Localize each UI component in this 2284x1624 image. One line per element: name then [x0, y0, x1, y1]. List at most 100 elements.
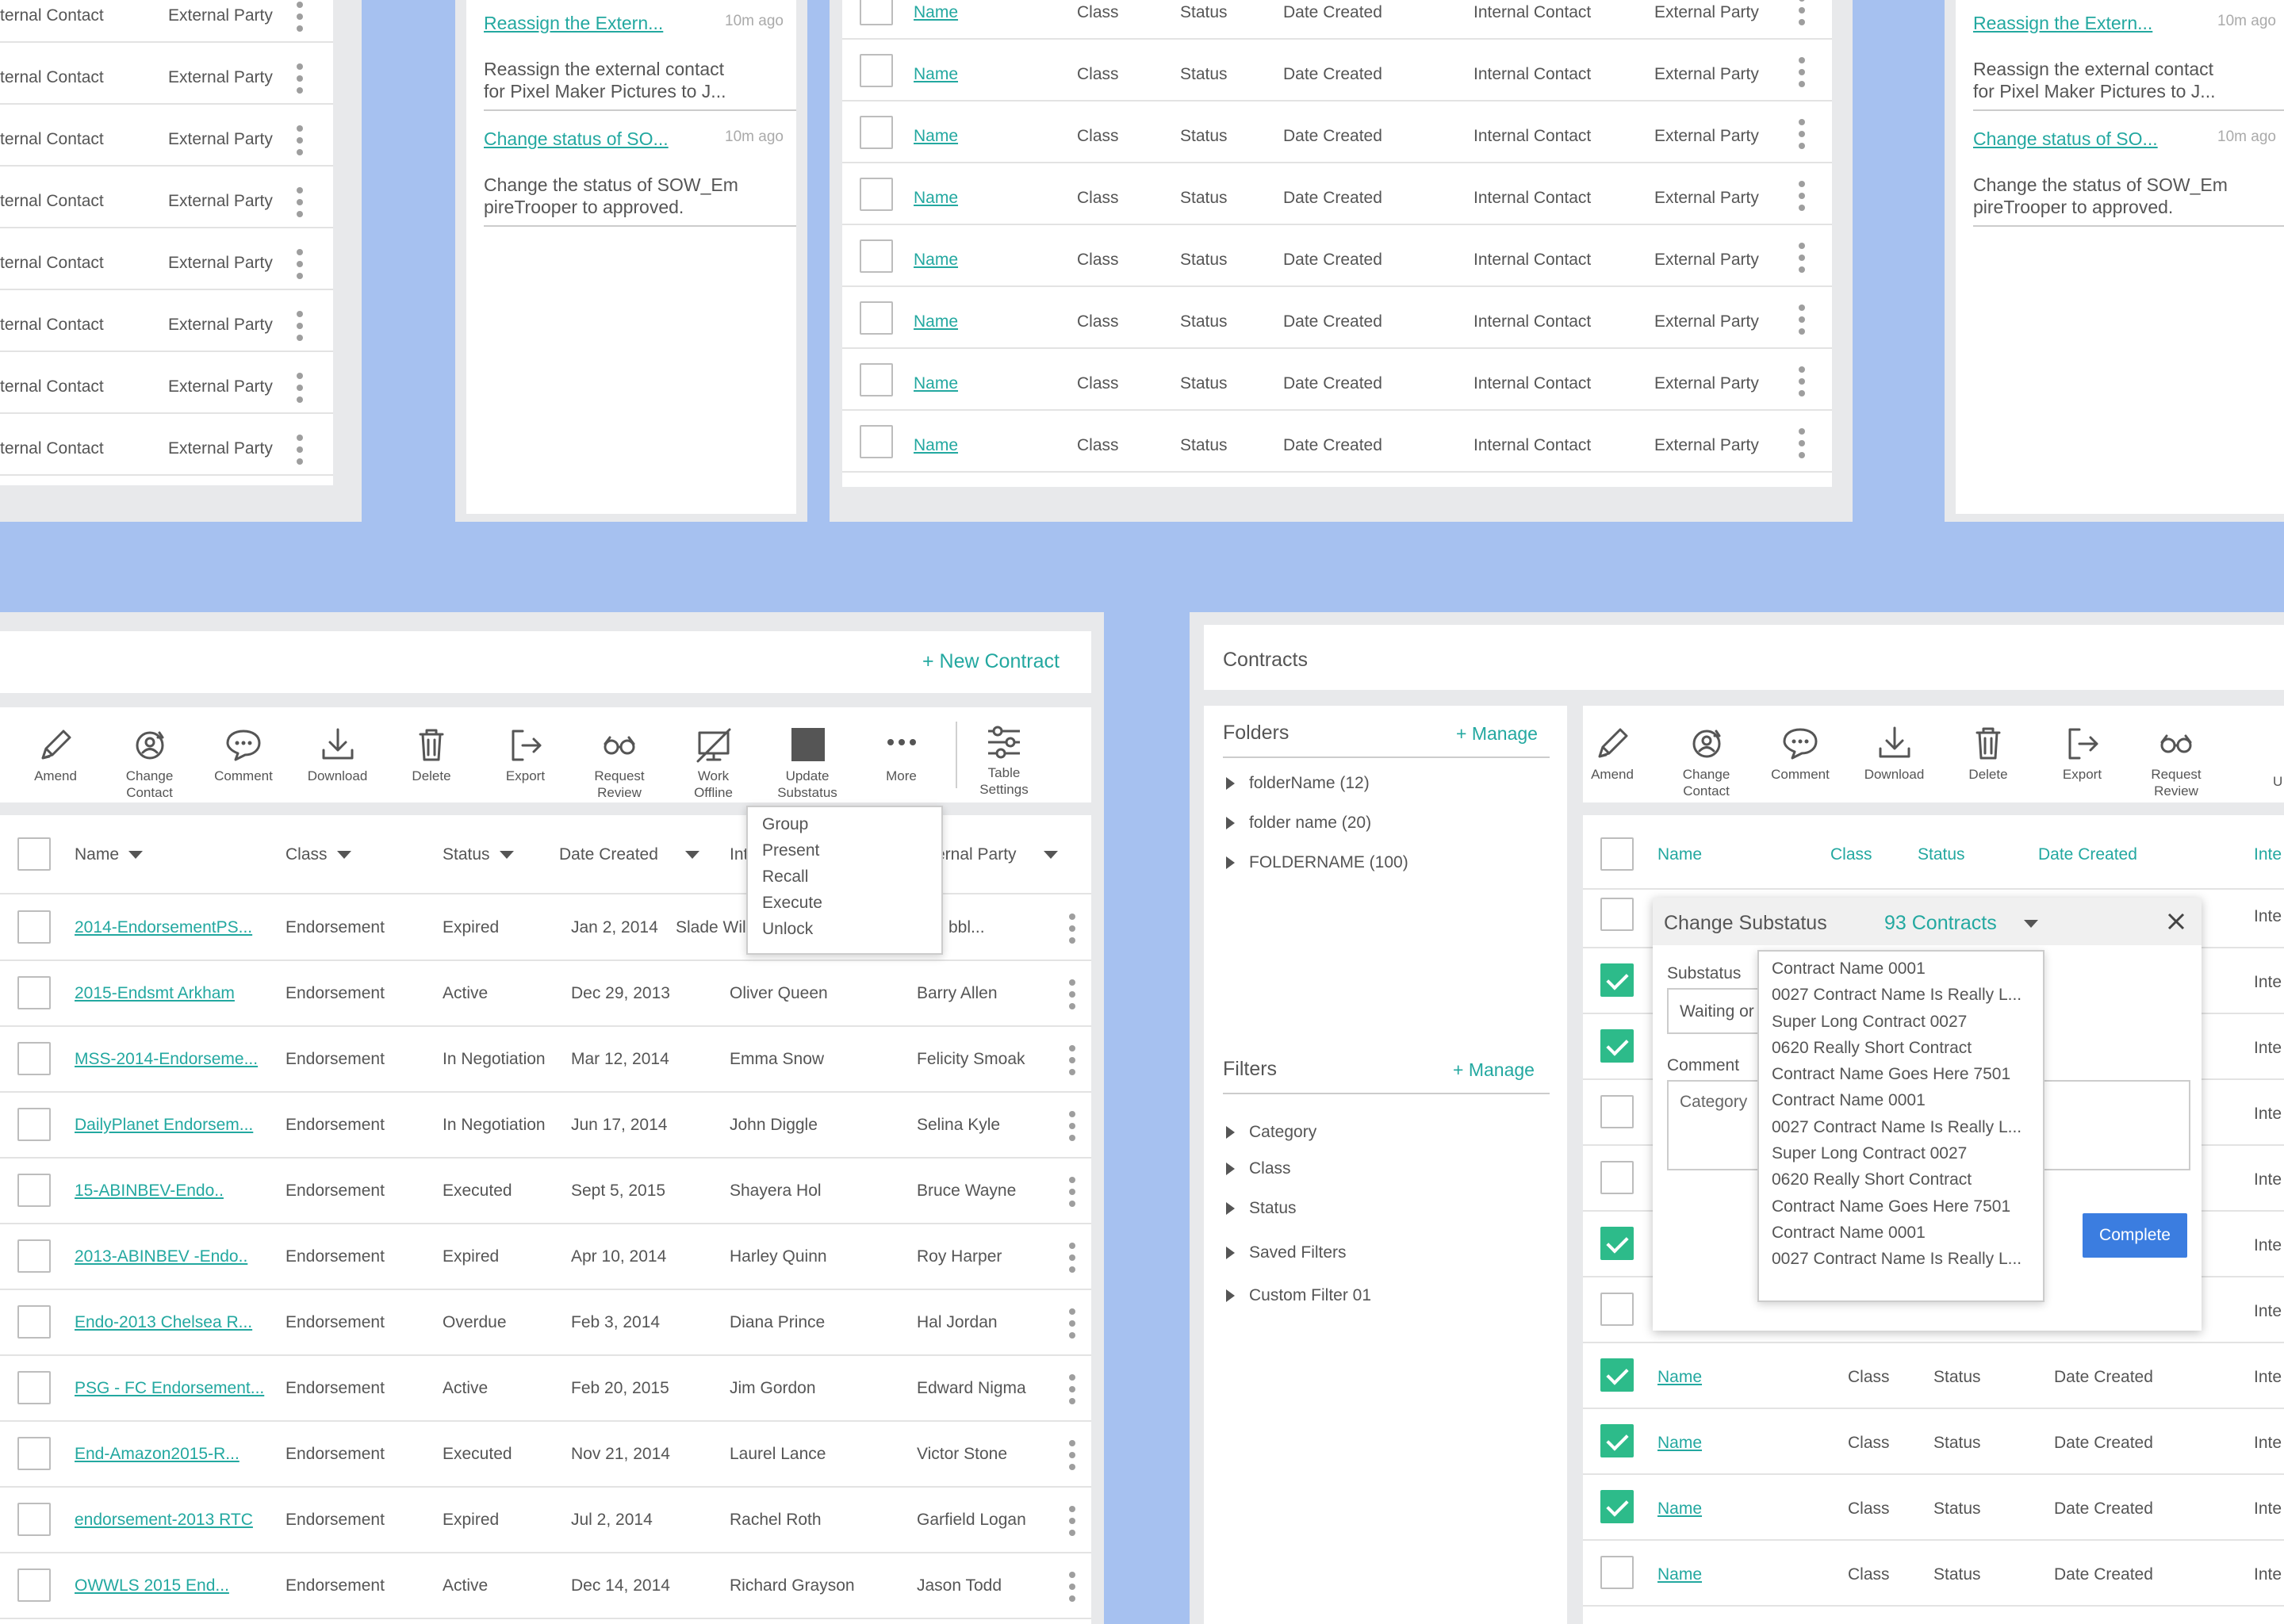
row-checkbox[interactable]: [17, 910, 51, 944]
row-checkbox[interactable]: [17, 1042, 51, 1075]
activity-title-link[interactable]: Reassign the Extern...: [484, 13, 663, 34]
contract-name-link[interactable]: Name: [914, 374, 958, 393]
row-menu-icon[interactable]: [1799, 366, 1805, 396]
row-checkbox[interactable]: [17, 1108, 51, 1141]
close-icon[interactable]: [2167, 912, 2186, 931]
row-menu-icon[interactable]: [297, 435, 303, 465]
row-menu-icon[interactable]: [1799, 0, 1805, 25]
row-menu-icon[interactable]: [1799, 428, 1805, 458]
row-checkbox[interactable]: [860, 116, 893, 149]
row-checkbox[interactable]: [1600, 1227, 1634, 1260]
row-menu-icon[interactable]: [1069, 1308, 1075, 1339]
contract-name-link[interactable]: Name: [1657, 1565, 1702, 1584]
toolbar-button-export[interactable]: Export: [482, 726, 569, 784]
activity-title-link[interactable]: Change status of SO...: [484, 128, 669, 150]
column-header-status[interactable]: Status: [1918, 845, 1965, 864]
contract-list-item[interactable]: Contract Name Goes Here 7501: [1772, 1065, 2043, 1091]
contract-name-link[interactable]: PSG - FC Endorsement...: [75, 1379, 264, 1398]
row-menu-icon[interactable]: [1069, 914, 1075, 944]
contract-count-dropdown[interactable]: 93 Contracts: [1884, 912, 2038, 935]
toolbar-button-amend[interactable]: Amend: [12, 726, 99, 784]
row-menu-icon[interactable]: [297, 187, 303, 217]
menu-item-recall[interactable]: Recall: [762, 868, 941, 894]
row-checkbox[interactable]: [1600, 1095, 1634, 1128]
folder-item[interactable]: folderName (12): [1226, 774, 1370, 793]
menu-item-present[interactable]: Present: [762, 841, 941, 868]
filter-item[interactable]: Status: [1226, 1199, 1297, 1218]
contract-list-item[interactable]: Contract Name Goes Here 7501: [1772, 1197, 2043, 1224]
row-checkbox[interactable]: [17, 1503, 51, 1536]
row-menu-icon[interactable]: [1799, 57, 1805, 87]
contract-list-item[interactable]: Super Long Contract 0027: [1772, 1144, 2043, 1170]
menu-item-group[interactable]: Group: [762, 815, 941, 841]
column-header-internal[interactable]: Inte: [2254, 845, 2282, 864]
contract-name-link[interactable]: Name: [914, 312, 958, 331]
row-checkbox[interactable]: [860, 363, 893, 396]
row-menu-icon[interactable]: [1799, 304, 1805, 335]
row-checkbox[interactable]: [860, 301, 893, 335]
contract-name-link[interactable]: Name: [1657, 1368, 1702, 1387]
table-settings-button[interactable]: Table Settings: [960, 725, 1048, 798]
toolbar-button-work-offline[interactable]: Work Offline: [670, 726, 757, 801]
contract-list-item[interactable]: 0027 Contract Name Is Really L...: [1772, 986, 2043, 1012]
toolbar-button-delete[interactable]: Delete: [1945, 725, 2032, 783]
toolbar-button-comment[interactable]: Comment: [1757, 725, 1844, 783]
row-checkbox[interactable]: [1600, 1424, 1634, 1457]
toolbar-button-change-contact[interactable]: Change Contact: [106, 726, 194, 801]
toolbar-button-request-review[interactable]: Request Review: [576, 726, 663, 801]
column-header-name[interactable]: Name: [75, 845, 144, 864]
toolbar-button-download[interactable]: Download: [1851, 725, 1938, 783]
folder-item[interactable]: FOLDERNAME (100): [1226, 853, 1408, 872]
contract-list-item[interactable]: 0620 Really Short Contract: [1772, 1170, 2043, 1197]
row-checkbox[interactable]: [17, 1437, 51, 1470]
contract-name-link[interactable]: MSS-2014-Endorseme...: [75, 1050, 258, 1069]
row-menu-icon[interactable]: [297, 125, 303, 155]
column-header-internal[interactable]: Int: [730, 845, 748, 864]
menu-item-unlock[interactable]: Unlock: [762, 920, 941, 946]
column-header-class[interactable]: Class: [1830, 845, 1872, 864]
new-contract-button[interactable]: + New Contract: [922, 650, 1060, 673]
contract-name-link[interactable]: 2013-ABINBEV -Endo..: [75, 1247, 247, 1266]
select-all-checkbox[interactable]: [17, 837, 51, 871]
column-header-external[interactable]: ernal Party: [936, 845, 1058, 864]
filter-item[interactable]: Category: [1226, 1123, 1316, 1142]
filter-item[interactable]: Class: [1226, 1159, 1291, 1178]
row-checkbox[interactable]: [860, 0, 893, 25]
contract-list-item[interactable]: 0620 Really Short Contract: [1772, 1039, 2043, 1065]
column-header-class[interactable]: Class: [286, 845, 351, 864]
row-menu-icon[interactable]: [297, 249, 303, 279]
column-header-date-created[interactable]: Date Created: [559, 845, 699, 864]
row-checkbox[interactable]: [17, 1305, 51, 1339]
row-menu-icon[interactable]: [1069, 1177, 1075, 1207]
row-checkbox[interactable]: [860, 54, 893, 87]
row-checkbox[interactable]: [1600, 1556, 1634, 1589]
contract-name-link[interactable]: OWWLS 2015 End...: [75, 1576, 229, 1595]
contract-name-link[interactable]: Endo-2013 Chelsea R...: [75, 1313, 252, 1332]
folder-item[interactable]: folder name (20): [1226, 814, 1371, 833]
toolbar-button-request-review[interactable]: Request Review: [2133, 725, 2220, 799]
complete-button[interactable]: Complete: [2083, 1213, 2187, 1258]
contract-name-link[interactable]: End-Amazon2015-R...: [75, 1445, 240, 1464]
row-checkbox[interactable]: [17, 976, 51, 1009]
row-menu-icon[interactable]: [1069, 1440, 1075, 1470]
contract-name-link[interactable]: 15-ABINBEV-Endo..: [75, 1182, 224, 1201]
row-menu-icon[interactable]: [1069, 1572, 1075, 1602]
toolbar-button-download[interactable]: Download: [294, 726, 381, 784]
row-checkbox[interactable]: [1600, 963, 1634, 997]
row-menu-icon[interactable]: [1799, 181, 1805, 211]
contract-list-item[interactable]: Contract Name 0001: [1772, 1091, 2043, 1117]
toolbar-button-delete[interactable]: Delete: [388, 726, 475, 784]
manage-filters-button[interactable]: + Manage: [1453, 1059, 1535, 1081]
row-menu-icon[interactable]: [1069, 1045, 1075, 1075]
row-checkbox[interactable]: [860, 239, 893, 273]
filter-item[interactable]: Saved Filters: [1226, 1243, 1347, 1262]
contract-name-link[interactable]: DailyPlanet Endorsem...: [75, 1116, 253, 1135]
row-checkbox[interactable]: [1600, 1161, 1634, 1194]
contract-name-link[interactable]: Name: [1657, 1434, 1702, 1453]
activity-title-link[interactable]: Change status of SO...: [1973, 128, 2158, 150]
activity-title-link[interactable]: Reassign the Extern...: [1973, 13, 2152, 34]
contract-list-item[interactable]: Contract Name 0001: [1772, 1224, 2043, 1250]
contract-name-link[interactable]: Name: [914, 189, 958, 208]
row-menu-icon[interactable]: [297, 2, 303, 32]
manage-folders-button[interactable]: + Manage: [1456, 723, 1538, 745]
